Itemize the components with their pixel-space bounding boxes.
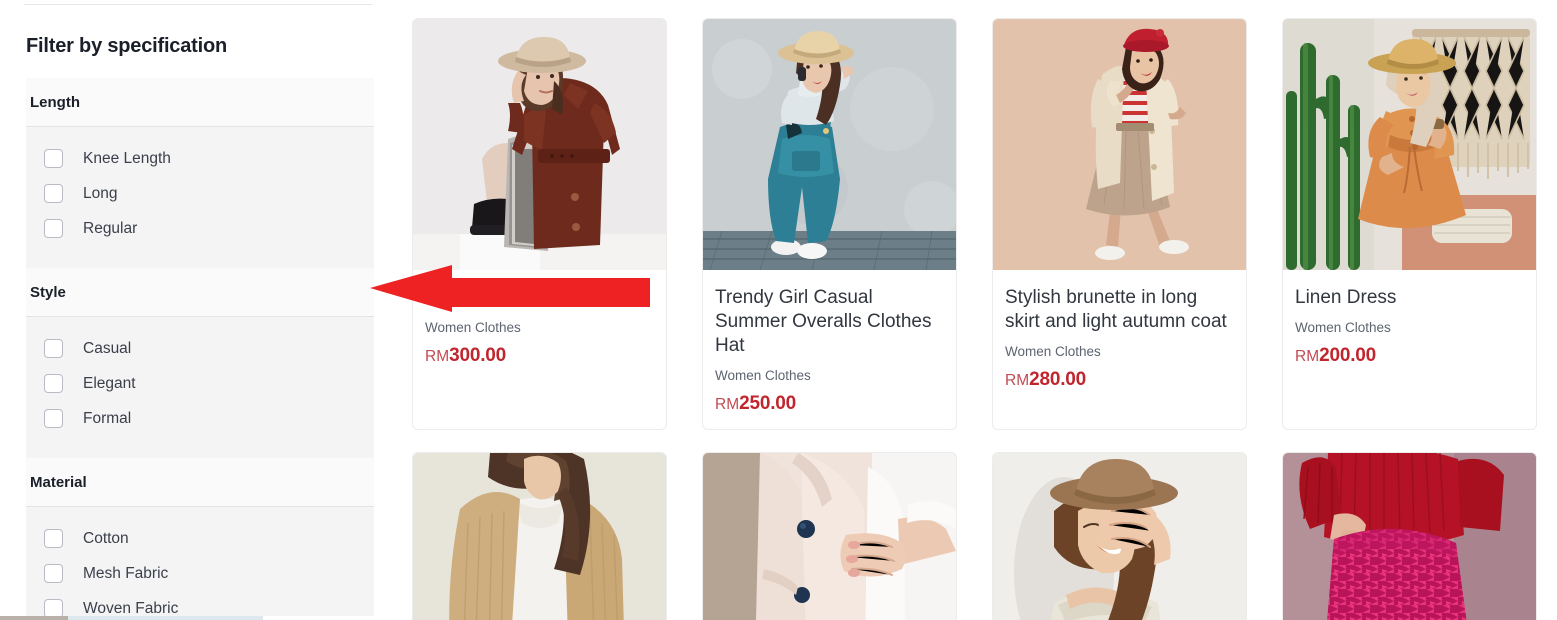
checkbox-icon[interactable] [44, 409, 63, 428]
checkbox-icon[interactable] [44, 339, 63, 358]
filter-option-label: Woven Fabric [83, 599, 179, 617]
checkbox-icon[interactable] [44, 374, 63, 393]
currency-label: RM [1005, 372, 1030, 389]
product-card[interactable]: Stylish brunette in long skirt and light… [992, 18, 1247, 430]
filter-option-label: Knee Length [83, 149, 171, 167]
product-image[interactable] [703, 453, 956, 620]
page-title: Filter by specification [26, 35, 228, 57]
product-title[interactable]: Stylish brunette in long skirt and light… [1005, 286, 1234, 334]
product-category: Women Clothes [715, 368, 811, 383]
product-title[interactable]: Trendy Girl Casual Summer Overalls Cloth… [715, 286, 944, 358]
checkbox-icon[interactable] [44, 564, 63, 583]
checkbox-icon[interactable] [44, 184, 63, 203]
product-image[interactable] [1283, 19, 1536, 270]
filter-sidebar: Filter by specification Length Knee Leng… [0, 0, 550, 620]
checkbox-icon[interactable] [44, 149, 63, 168]
product-image[interactable] [703, 19, 956, 270]
product-title[interactable]: Trendy Winter Coat [425, 286, 654, 310]
price-amount: 200.00 [1319, 345, 1377, 366]
facet-material-options: Cotton Mesh Fabric Woven Fabric [26, 507, 374, 620]
filter-option-formal[interactable]: Formal [26, 401, 374, 436]
facet-material: Material Cotton Mesh Fabric Woven Fabric [26, 458, 374, 620]
product-info: Trendy Girl Casual Summer Overalls Cloth… [703, 270, 956, 429]
product-card[interactable]: Linen Dress Women Clothes RM200.00 [1282, 18, 1537, 430]
product-category: Women Clothes [1005, 344, 1101, 359]
product-grid: Trendy Winter Coat Women Clothes RM300.0… [412, 18, 1557, 620]
filter-option-label: Mesh Fabric [83, 564, 169, 582]
facet-style: Style Casual Elegant Formal [26, 268, 374, 458]
product-price: RM250.00 [715, 393, 944, 415]
product-card[interactable]: Trendy Girl Casual Summer Overalls Cloth… [702, 18, 957, 430]
product-card[interactable] [992, 452, 1247, 620]
currency-label: RM [1295, 348, 1320, 365]
product-info: Trendy Winter Coat Women Clothes RM300.0… [413, 270, 666, 381]
product-category: Women Clothes [1295, 320, 1391, 335]
facet-material-header[interactable]: Material [26, 458, 374, 507]
facet-length-header[interactable]: Length [26, 78, 374, 127]
product-price: RM280.00 [1005, 369, 1234, 391]
facet-length-options: Knee Length Long Regular [26, 127, 374, 268]
filter-option-casual[interactable]: Casual [26, 331, 374, 366]
price-amount: 300.00 [449, 345, 507, 366]
currency-label: RM [715, 396, 740, 413]
product-price: RM200.00 [1295, 345, 1524, 367]
product-image[interactable] [993, 453, 1246, 620]
filter-option-knee-length[interactable]: Knee Length [26, 141, 374, 176]
facet-style-header[interactable]: Style [26, 268, 374, 317]
product-image[interactable] [993, 19, 1246, 270]
facet-length: Length Knee Length Long Regular [26, 78, 374, 268]
filter-option-label: Casual [83, 339, 132, 357]
price-amount: 250.00 [739, 393, 797, 414]
product-category: Women Clothes [425, 320, 521, 335]
filter-option-label: Cotton [83, 529, 129, 547]
currency-label: RM [425, 348, 450, 365]
product-price: RM300.00 [425, 345, 654, 367]
horizontal-scrollbar[interactable] [0, 616, 550, 620]
filter-option-elegant[interactable]: Elegant [26, 366, 374, 401]
checkbox-icon[interactable] [44, 529, 63, 548]
filter-option-label: Regular [83, 219, 138, 237]
product-image[interactable] [413, 453, 666, 620]
product-image[interactable] [1283, 453, 1536, 620]
filter-option-long[interactable]: Long [26, 176, 374, 211]
filter-option-label: Long [83, 184, 118, 202]
filter-option-label: Formal [83, 409, 132, 427]
product-card[interactable] [1282, 452, 1537, 620]
product-listing-page: Filter by specification Length Knee Leng… [0, 0, 1557, 620]
product-grid-region: Trendy Winter Coat Women Clothes RM300.0… [412, 0, 1557, 620]
filter-option-label: Elegant [83, 374, 136, 392]
filter-option-mesh-fabric[interactable]: Mesh Fabric [26, 556, 374, 591]
product-card[interactable] [702, 452, 957, 620]
price-amount: 280.00 [1029, 369, 1087, 390]
sidebar-top-divider [24, 4, 372, 5]
product-image[interactable] [413, 19, 666, 270]
filter-option-regular[interactable]: Regular [26, 211, 374, 246]
facet-style-options: Casual Elegant Formal [26, 317, 374, 458]
filter-option-cotton[interactable]: Cotton [26, 521, 374, 556]
product-title[interactable]: Linen Dress [1295, 286, 1524, 310]
product-card[interactable]: Trendy Winter Coat Women Clothes RM300.0… [412, 18, 667, 430]
product-card[interactable] [412, 452, 667, 620]
product-info: Linen Dress Women Clothes RM200.00 [1283, 270, 1536, 381]
checkbox-icon[interactable] [44, 219, 63, 238]
product-info: Stylish brunette in long skirt and light… [993, 270, 1246, 405]
